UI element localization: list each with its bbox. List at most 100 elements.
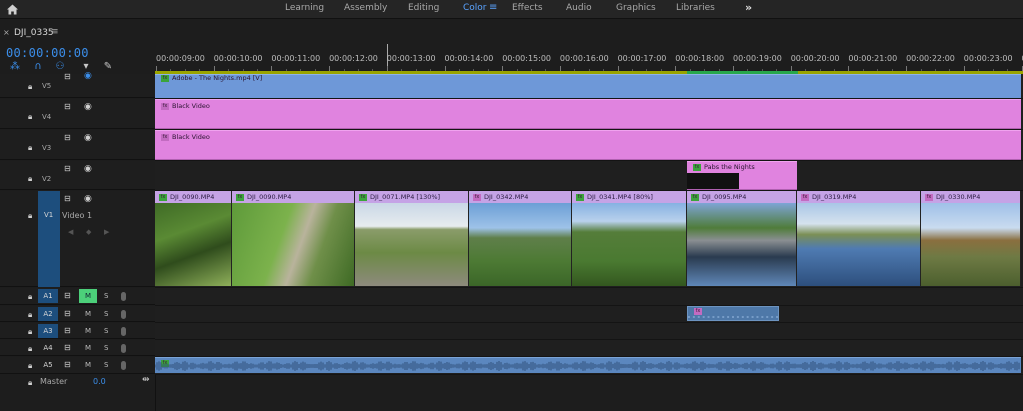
toggle-sync-icon[interactable]: ⊟ (64, 343, 71, 352)
workspace-tab-learning[interactable]: Learning (285, 3, 324, 13)
solo-button[interactable]: S (104, 344, 108, 352)
solo-button[interactable]: S (104, 327, 108, 335)
source-patch-a1[interactable]: A1 (38, 289, 58, 303)
toggle-sync-icon[interactable]: ⊟ (64, 194, 71, 203)
eye-icon[interactable]: ◉ (84, 71, 92, 81)
snap-icon[interactable]: ∩ (32, 61, 44, 73)
clip-v5[interactable]: fx Adobe - The Nights.mp4 [V] (155, 74, 1021, 98)
lock-icon[interactable]: 🔒︎ (28, 378, 37, 387)
track-header-a4[interactable]: 🔒︎ A4 ⊟ M S (0, 340, 155, 356)
playhead-timecode[interactable]: 00:00:00:00 (6, 46, 89, 60)
mute-button[interactable]: M (79, 358, 97, 372)
source-patch-a2[interactable]: A2 (38, 307, 58, 321)
mic-icon[interactable] (121, 344, 126, 353)
source-patch-a3[interactable]: A3 (38, 324, 58, 338)
workspace-tab-assembly[interactable]: Assembly (344, 3, 387, 13)
lock-icon[interactable]: 🔒︎ (28, 211, 37, 220)
clip-v3[interactable]: fx Black Video (155, 130, 1021, 160)
track-header-v3[interactable]: 🔒︎ V3 ⊟ ◉ (0, 130, 155, 160)
clip-v1[interactable]: fx DJI_0319.MP4 (797, 191, 921, 286)
clip-name: Adobe - The Nights.mp4 [V] (172, 74, 263, 82)
mic-icon[interactable] (121, 327, 126, 336)
clip-v2[interactable]: fx Pabs the Nights (687, 161, 797, 190)
source-patch-v1[interactable] (38, 191, 60, 287)
lock-icon[interactable]: 🔒︎ (28, 327, 37, 336)
workspace-tab-graphics[interactable]: Graphics (616, 3, 656, 13)
workspace-tab-color[interactable]: Color (463, 3, 487, 13)
track-header-v4[interactable]: 🔒︎ V4 ⊟ ◉ (0, 99, 155, 129)
lane-a4[interactable] (155, 340, 1023, 357)
audio-clip-a5[interactable]: fx (155, 357, 1021, 373)
track-header-v5[interactable]: 🔒︎ V5 ⊟ ◉ (0, 71, 155, 98)
fit-sequence-icon[interactable]: ⇹ (142, 375, 150, 385)
mute-button[interactable]: M (79, 341, 97, 355)
mic-icon[interactable] (121, 361, 126, 370)
toggle-sync-icon[interactable]: ⊟ (64, 326, 71, 335)
mute-button[interactable]: M (79, 324, 97, 338)
workspace-tab-effects[interactable]: Effects (512, 3, 543, 13)
lock-icon[interactable]: 🔒︎ (28, 82, 37, 91)
lock-icon[interactable]: 🔒︎ (28, 344, 37, 353)
mute-button[interactable]: M (79, 289, 97, 303)
source-patch-a4[interactable]: A4 (38, 341, 58, 355)
workspace-tab-editing[interactable]: Editing (408, 3, 439, 13)
toggle-sync-icon[interactable]: ⊟ (64, 309, 71, 318)
mic-icon[interactable] (121, 310, 126, 319)
lock-icon[interactable]: 🔒︎ (28, 143, 37, 152)
source-patch-a5[interactable]: A5 (38, 358, 58, 372)
next-keyframe-icon[interactable]: ▶ (104, 228, 109, 236)
workspace-tab-libraries[interactable]: Libraries (676, 3, 715, 13)
clip-v1[interactable]: fx DJI_0090.MP4 (232, 191, 355, 286)
clip-v1[interactable]: fx DJI_0330.MP4 (921, 191, 1021, 286)
eye-icon[interactable]: ◉ (84, 194, 92, 204)
mic-icon[interactable] (121, 292, 126, 301)
toggle-sync-icon[interactable]: ⊟ (64, 360, 71, 369)
eye-icon[interactable]: ◉ (84, 102, 92, 112)
lock-icon[interactable]: 🔒︎ (28, 174, 37, 183)
track-header-a1[interactable]: 🔒︎ A1 ⊟ M S (0, 288, 155, 305)
toggle-sync-icon[interactable]: ⊟ (64, 164, 71, 173)
clip-v4[interactable]: fx Black Video (155, 99, 1021, 129)
mute-button[interactable]: M (79, 307, 97, 321)
lock-icon[interactable]: 🔒︎ (28, 310, 37, 319)
settings-wrench-icon[interactable]: ✎ (102, 61, 114, 73)
tab-menu-icon[interactable]: ≡ (51, 27, 59, 37)
lane-a1[interactable] (155, 288, 1023, 306)
audio-clip-a2[interactable]: fx (687, 306, 779, 321)
clip-v1[interactable]: fx DJI_0095.MP4 (687, 191, 797, 286)
time-ruler[interactable]: 00:00:09:00 00:00:10:00 00:00:11:00 00:00:1… (155, 44, 1023, 73)
clip-v1[interactable]: fx DJI_0341.MP4 [80%] (572, 191, 687, 286)
master-volume[interactable]: 0.0 (93, 377, 106, 386)
workspace-menu-icon[interactable]: ≡ (489, 2, 497, 13)
toggle-sync-icon[interactable]: ⊟ (64, 72, 71, 81)
lane-v2[interactable] (155, 161, 1023, 191)
track-header-a2[interactable]: 🔒︎ A2 ⊟ M S (0, 306, 155, 322)
lane-a2[interactable] (155, 306, 1023, 323)
lock-icon[interactable]: 🔒︎ (28, 361, 37, 370)
solo-button[interactable]: S (104, 292, 108, 300)
clip-v1[interactable]: fx DJI_0342.MP4 (469, 191, 572, 286)
track-header-a5[interactable]: 🔒︎ A5 ⊟ M S (0, 357, 155, 374)
lock-icon[interactable]: 🔒︎ (28, 112, 37, 121)
toggle-sync-icon[interactable]: ⊟ (64, 102, 71, 111)
clip-v1[interactable]: fx DJI_0090.MP4 (155, 191, 232, 286)
track-header-v2[interactable]: 🔒︎ V2 ⊟ ◉ (0, 161, 155, 190)
eye-icon[interactable]: ◉ (84, 164, 92, 174)
close-tab-icon[interactable]: × (3, 28, 10, 37)
track-header-v1[interactable]: 🔒︎ V1 ⊟ ◉ Video 1 ◀ ◆ ▶ (0, 191, 155, 287)
prev-keyframe-icon[interactable]: ◀ (68, 228, 73, 236)
add-keyframe-icon[interactable]: ◆ (86, 228, 91, 236)
lock-icon[interactable]: 🔒︎ (28, 292, 37, 301)
toggle-sync-icon[interactable]: ⊟ (64, 291, 71, 300)
toggle-sync-icon[interactable]: ⊟ (64, 133, 71, 142)
home-icon[interactable] (6, 3, 19, 16)
eye-icon[interactable]: ◉ (84, 133, 92, 143)
clip-v1[interactable]: fx DJI_0071.MP4 [130%] (355, 191, 469, 286)
solo-button[interactable]: S (104, 310, 108, 318)
track-header-a3[interactable]: 🔒︎ A3 ⊟ M S (0, 323, 155, 339)
solo-button[interactable]: S (104, 361, 108, 369)
nest-toggle-icon[interactable]: ⁂ (9, 61, 21, 73)
lane-a3[interactable] (155, 323, 1023, 340)
workspace-tab-audio[interactable]: Audio (566, 3, 592, 13)
more-workspaces-button[interactable]: » (745, 1, 752, 14)
